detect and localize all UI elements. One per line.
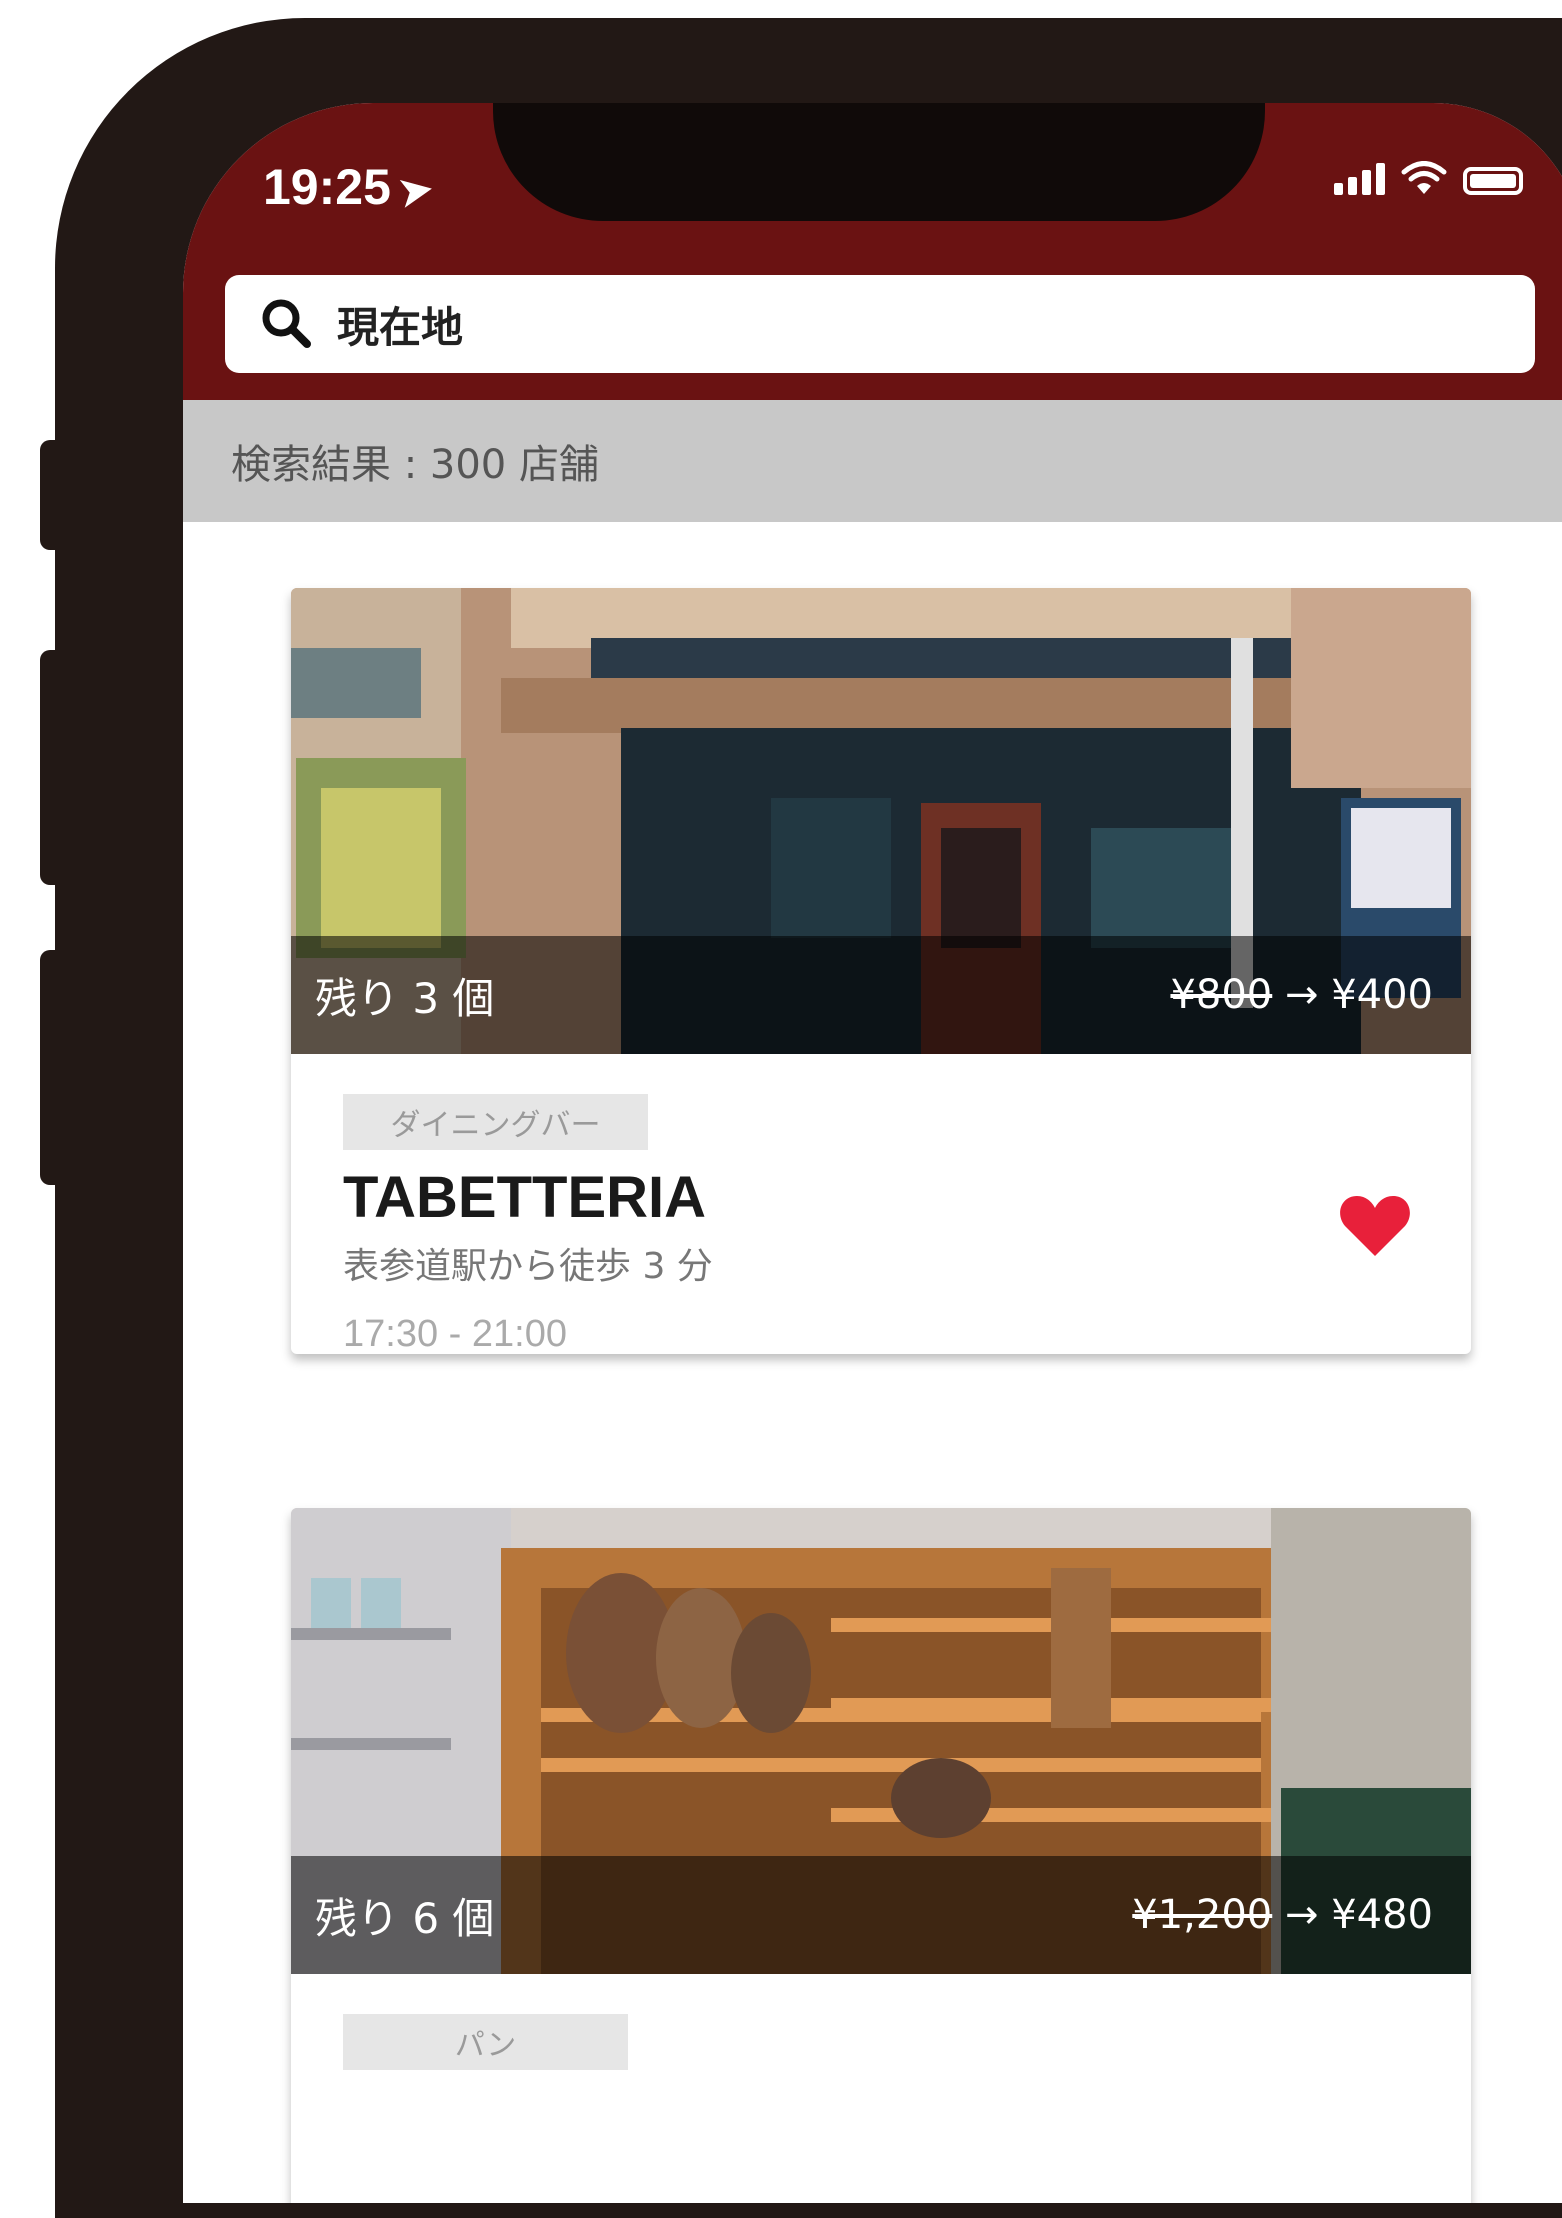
photo-overlay: 残り 6 個 ¥1,200 → ¥480 — [291, 1856, 1471, 1974]
shop-card[interactable]: 残り 6 個 ¥1,200 → ¥480 パン — [291, 1508, 1471, 2203]
app-header: 19:25 ➤ 現在地 — [183, 103, 1562, 400]
status-time: 19:25 ➤ — [263, 158, 436, 216]
original-price: ¥1,200 — [1132, 1892, 1273, 1938]
wifi-icon — [1401, 161, 1447, 194]
shop-info: ダイニングバー TABETTERIA 表参道駅から徒歩 3 分 17:30 - … — [291, 1054, 1471, 1354]
photo-overlay: 残り 3 個 ¥800 → ¥400 — [291, 936, 1471, 1054]
stock-remaining: 残り 3 個 — [315, 973, 495, 1023]
price-info: ¥1,200 → ¥480 — [1132, 1892, 1433, 1938]
shop-hours: 17:30 - 21:00 — [343, 1313, 567, 1354]
battery-icon — [1463, 167, 1523, 195]
shop-info: パン — [291, 1974, 1471, 2203]
price-arrow: → — [1284, 972, 1319, 1018]
location-arrow-icon: ➤ — [395, 166, 436, 216]
phone-screen: 19:25 ➤ 現在地 検索結果: 300 店舗 残り 3 個 ¥800 → … — [183, 103, 1562, 2203]
shop-access: 表参道駅から徒歩 3 分 — [343, 1246, 713, 1287]
search-input[interactable]: 現在地 — [337, 294, 463, 355]
signal-icon — [1334, 163, 1385, 195]
original-price: ¥800 — [1170, 972, 1273, 1018]
discount-price: ¥480 — [1331, 1892, 1433, 1938]
category-tag: パン — [343, 2014, 628, 2070]
shop-card[interactable]: 残り 3 個 ¥800 → ¥400 ダイニングバー TABETTERIA 表参… — [291, 588, 1471, 1354]
status-time-text: 19:25 — [263, 159, 391, 215]
phone-frame: 19:25 ➤ 現在地 検索結果: 300 店舗 残り 3 個 ¥800 → … — [55, 18, 1562, 2218]
shop-photo: 残り 3 個 ¥800 → ¥400 — [291, 588, 1471, 1054]
category-tag: ダイニングバー — [343, 1094, 648, 1150]
stock-remaining: 残り 6 個 — [315, 1893, 495, 1943]
result-count: 検索結果 : 300 店舗 — [231, 442, 599, 488]
price-info: ¥800 → ¥400 — [1170, 972, 1433, 1018]
price-arrow: → — [1284, 1892, 1319, 1938]
favorite-heart-icon[interactable] — [1339, 1194, 1411, 1258]
shop-photo: 残り 6 個 ¥1,200 → ¥480 — [291, 1508, 1471, 1974]
discount-price: ¥400 — [1331, 972, 1433, 1018]
shop-name: TABETTERIA — [343, 1165, 707, 1230]
result-count-bar: 検索結果 : 300 店舗 — [183, 400, 1562, 522]
search-icon — [262, 299, 311, 348]
notch — [493, 103, 1265, 221]
search-bar[interactable]: 現在地 — [225, 275, 1535, 373]
status-icons — [1334, 161, 1523, 195]
